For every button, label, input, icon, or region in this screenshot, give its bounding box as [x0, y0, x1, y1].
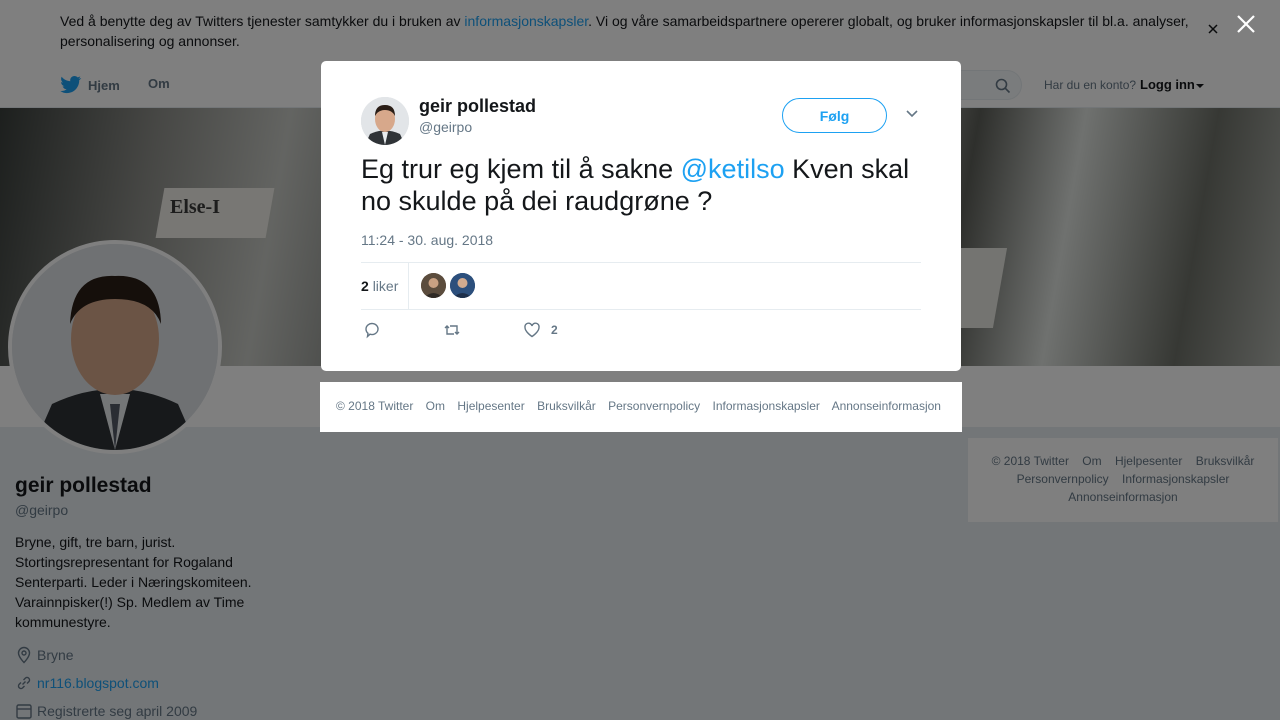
footer-copyright: © 2018 Twitter — [336, 399, 414, 413]
footer-link-ads[interactable]: Annonseinformasjon — [832, 399, 941, 413]
tweet-stats: 2 liker — [361, 262, 921, 310]
retweet-button[interactable] — [443, 321, 471, 339]
follow-button[interactable]: Følg — [782, 98, 887, 133]
liker-portrait — [421, 273, 446, 298]
footer-link-privacy[interactable]: Personvernpolicy — [608, 399, 700, 413]
likes-number: 2 — [361, 278, 369, 294]
tweet-text: Eg trur eg kjem til å sakne @ketilso Kve… — [361, 153, 921, 217]
author-avatar[interactable] — [361, 97, 409, 145]
heart-icon — [524, 322, 540, 338]
chevron-down-icon[interactable] — [905, 109, 919, 119]
stats-divider — [408, 263, 409, 309]
author-handle[interactable]: @geirpo — [419, 119, 472, 135]
footer-link-help[interactable]: Hjelpesenter — [457, 399, 524, 413]
reply-button[interactable] — [363, 321, 391, 339]
footer-link-about[interactable]: Om — [426, 399, 445, 413]
modal-footer: © 2018 Twitter Om Hjelpesenter Bruksvilk… — [320, 382, 962, 432]
tweet-mention[interactable]: @ketilso — [681, 154, 785, 184]
reply-icon — [365, 322, 379, 339]
likes-label: liker — [372, 278, 399, 294]
likes-count[interactable]: 2 liker — [361, 278, 398, 294]
liker-avatar[interactable] — [421, 273, 446, 298]
footer-link-terms[interactable]: Bruksvilkår — [537, 399, 596, 413]
footer-link-cookies[interactable]: Informasjonskapsler — [713, 399, 820, 413]
tweet-text-before: Eg trur eg kjem til å sakne — [361, 154, 681, 184]
close-modal-icon[interactable] — [1236, 14, 1256, 34]
author-name[interactable]: geir pollestad — [419, 96, 536, 117]
author-portrait — [361, 97, 409, 145]
tweet-actions: 2 — [361, 321, 921, 341]
like-button[interactable]: 2 — [523, 321, 558, 339]
tweet-timestamp[interactable]: 11:24 - 30. aug. 2018 — [361, 232, 493, 248]
liker-avatar[interactable] — [450, 273, 475, 298]
retweet-icon — [444, 325, 460, 335]
tweet-modal: geir pollestad @geirpo Følg Eg trur eg k… — [321, 61, 961, 371]
like-count: 2 — [551, 323, 558, 337]
liker-portrait — [450, 273, 475, 298]
